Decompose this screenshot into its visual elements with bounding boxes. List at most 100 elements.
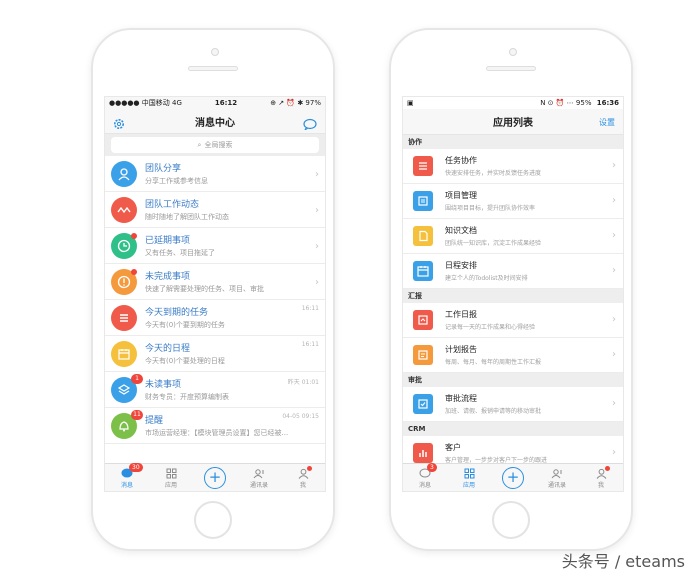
approval-icon [413,394,433,414]
app-row[interactable]: 知识文档团队统一知识库，沉淀工作成果经验 › [403,219,623,254]
message-row[interactable]: 11 提醒 市场运营经理：【模块管理员设置】您已经被... 04-05 09:15 [105,408,325,444]
right-phone: ▣ N ⊙ ⏰ ⋯ 95% 16:36 应用列表 设置 协作 任务协作 快速安排任务… [389,28,633,551]
chevron-right-icon: › [612,230,616,241]
tab-plus[interactable]: + [495,466,531,489]
status-left: ▣ [407,99,414,107]
tab-me[interactable]: 我 [583,466,619,489]
message-text: 未完成事项 快速了解需要处理的任务、项目、审批 [145,269,325,294]
tab-label: 应用 [462,482,475,489]
front-camera [211,48,219,56]
message-row[interactable]: 团队分享 分享工作或参考信息 › [105,156,325,192]
app-text: 审批流程 加班、请假、报销申请等的移动审批 [445,393,541,415]
message-text: 今天到期的任务 今天有(0)个要到期的任务 [145,305,325,330]
message-row[interactable]: 今天的日程今天有(0)个要处理的日程 16:11 [105,336,325,372]
settings-link[interactable]: 设置 [599,117,615,128]
message-avatar [111,160,137,187]
document-icon [413,226,433,246]
message-avatar [111,196,137,223]
app-row[interactable]: 审批流程 加班、请假、报销申请等的移动审批 › [403,387,623,422]
message-row[interactable]: 1 未读事项 财务专员：开度预算编制表 昨天 01:01 [105,372,325,408]
right-screen: ▣ N ⊙ ⏰ ⋯ 95% 16:36 应用列表 设置 协作 任务协作 快速安排任务… [402,96,624,492]
tab-grid[interactable]: 应用 [153,466,189,489]
watermark-text: 头条号 / eteams [561,552,685,571]
status-bar: ▣ N ⊙ ⏰ ⋯ 95% 16:36 [403,97,623,109]
tab-badge: 3 [427,463,437,472]
chevron-right-icon: › [612,265,616,276]
message-list: 团队分享 分享工作或参考信息 › 团队工作动态 随时随地了解团队工作动态 › 已延期事项又有… [105,156,325,444]
tab-chat[interactable]: 消息 30 [109,463,145,489]
chevron-right-icon: › [612,195,616,206]
app-title: 日程安排 [445,261,477,270]
message-row[interactable]: 今天到期的任务 今天有(0)个要到期的任务 16:11 [105,300,325,336]
status-bar: ●●●●● 中国移动 4G 16:12 ⊕ ↗ ⏰ ✱ 97% [105,97,325,109]
me-icon [583,466,619,480]
new-chat-icon[interactable] [303,115,317,134]
app-title: 审批流程 [445,394,477,403]
tab-me[interactable]: 我 [285,466,321,489]
tab-label: 消息 [418,482,431,489]
home-button[interactable] [492,501,530,539]
left-screen: ●●●●● 中国移动 4G 16:12 ⊕ ↗ ⏰ ✱ 97% 消息中心 ⌕ 全… [104,96,326,492]
plan-report-icon [413,345,433,365]
tab-bar: 消息 3 应用 + 通讯录 我 [403,463,623,491]
message-time: 16:11 [301,305,319,312]
chevron-right-icon: › [315,241,319,252]
message-title: 今天的日程 [145,344,191,354]
grid-icon [153,466,189,480]
plus-icon[interactable]: + [204,466,226,489]
message-row[interactable]: 未完成事项 快速了解需要处理的任务、项目、审批 › [105,264,325,300]
app-title: 客户 [445,443,461,452]
notification-dot [605,466,610,471]
search-placeholder: 全局搜索 [204,141,233,149]
message-title: 已延期事项 [145,236,191,246]
app-title: 工作日报 [445,310,477,319]
message-time: 昨天 01:01 [287,379,319,386]
contacts-icon [539,466,575,480]
status-time: 16:36 [596,99,619,107]
chevron-right-icon: › [612,314,616,325]
app-subtitle: 团队统一知识库，沉淀工作成果经验 [445,240,542,247]
tab-plus[interactable]: + [197,466,233,489]
unread-badge: 11 [131,409,143,420]
message-time: 16:11 [301,341,319,348]
tab-label: 应用 [164,482,177,489]
message-row[interactable]: 团队工作动态 随时随地了解团队工作动态 › [105,192,325,228]
bell-icon [117,419,131,433]
search-input[interactable]: ⌕ 全局搜索 [111,137,319,153]
app-subtitle: 建立个人的Todolist及时间安排 [445,275,528,282]
tab-contacts[interactable]: 通讯录 [241,466,277,489]
section-header: 审批 [403,373,623,387]
app-row[interactable]: 日程安排建立个人的Todolist及时间安排 › [403,254,623,289]
tab-label: 消息 [120,482,133,489]
grid-icon [451,466,487,480]
chevron-right-icon: › [315,277,319,288]
tab-chat[interactable]: 消息 3 [407,463,443,489]
message-row[interactable]: 已延期事项 又有任务、项目拖延了 › [105,228,325,264]
status-right: ⊕ ↗ ⏰ ✱ 97% [270,99,321,107]
message-text: 已延期事项又有任务、项目拖延了 [145,233,325,258]
tab-bar: 消息 30 应用 + 通讯录 我 [105,463,325,491]
app-title: 知识文档 [445,226,477,235]
plus-icon[interactable]: + [502,466,524,489]
home-button[interactable] [194,501,232,539]
gear-icon[interactable] [113,115,125,129]
message-subtitle: 又有任务、项目拖延了 [145,249,215,257]
tab-contacts[interactable]: 通讯录 [539,466,575,489]
message-subtitle: 今天有(0)个要处理的日程 [145,357,225,365]
list-icon [117,311,131,325]
app-row[interactable]: 任务协作 快速安排任务，并实时反馈任务进度 › [403,149,623,184]
app-text: 项目管理 围绕项目目标，提升团队协作效率 [445,190,535,212]
chevron-right-icon: › [612,160,616,171]
daily-report-icon [413,310,433,330]
app-row[interactable]: 计划报告 每周、每月、每年的周期性工作汇报 › [403,338,623,373]
tab-grid[interactable]: 应用 [451,466,487,489]
message-subtitle: 今天有(0)个要到期的任务 [145,321,225,329]
tab-label: 通讯录 [249,482,268,489]
person-icon [117,167,131,181]
app-row[interactable]: 工作日报 记录每一天的工作成果和心得经验 › [403,303,623,338]
status-time: 16:12 [214,99,238,107]
app-row[interactable]: 项目管理 围绕项目目标，提升团队协作效率 › [403,184,623,219]
stage: ●●●●● 中国移动 4G 16:12 ⊕ ↗ ⏰ ✱ 97% 消息中心 ⌕ 全… [0,0,699,581]
calendar-icon [117,347,131,361]
search-icon: ⌕ [197,140,202,149]
